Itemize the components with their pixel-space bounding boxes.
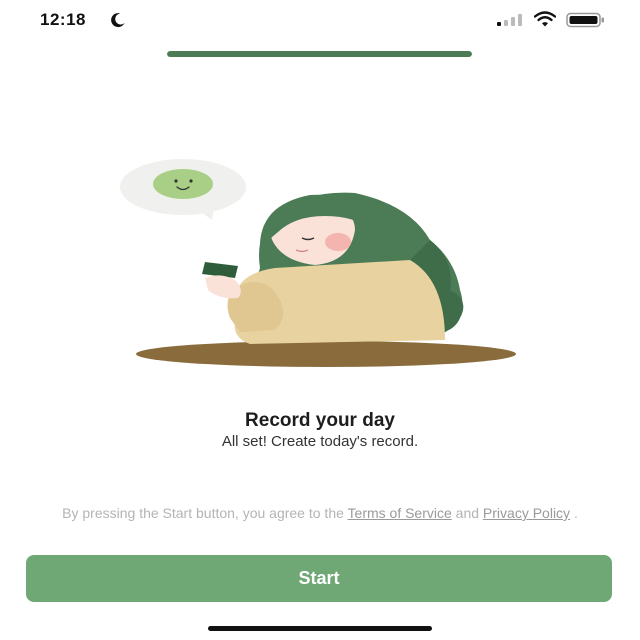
terms-of-service-link[interactable]: Terms of Service [348,505,452,521]
consent-middle: and [451,505,483,521]
start-button[interactable]: Start [26,555,612,602]
speech-bubble [120,159,246,220]
signal-icon [497,14,522,26]
table-shadow [136,341,516,367]
page-subtitle: All set! Create today's record. [221,433,419,450]
smiley-face-icon [153,169,213,199]
consent-prefix: By pressing the Start button, you agree … [62,505,348,521]
girl-with-phone-illustration [120,159,516,367]
home-indicator [208,626,432,631]
status-time: 12:18 [40,10,86,29]
onboarding-progress-bar [167,51,472,57]
progress-fill [167,51,472,57]
wifi-icon [534,11,556,27]
consent-suffix: . [570,505,578,521]
battery-icon [566,12,604,28]
privacy-policy-link[interactable]: Privacy Policy [483,505,570,521]
consent-text: By pressing the Start button, you agree … [30,505,610,521]
status-bar: 12:18 [0,0,640,40]
page-title: Record your day [245,410,395,431]
moon-icon [111,13,125,28]
